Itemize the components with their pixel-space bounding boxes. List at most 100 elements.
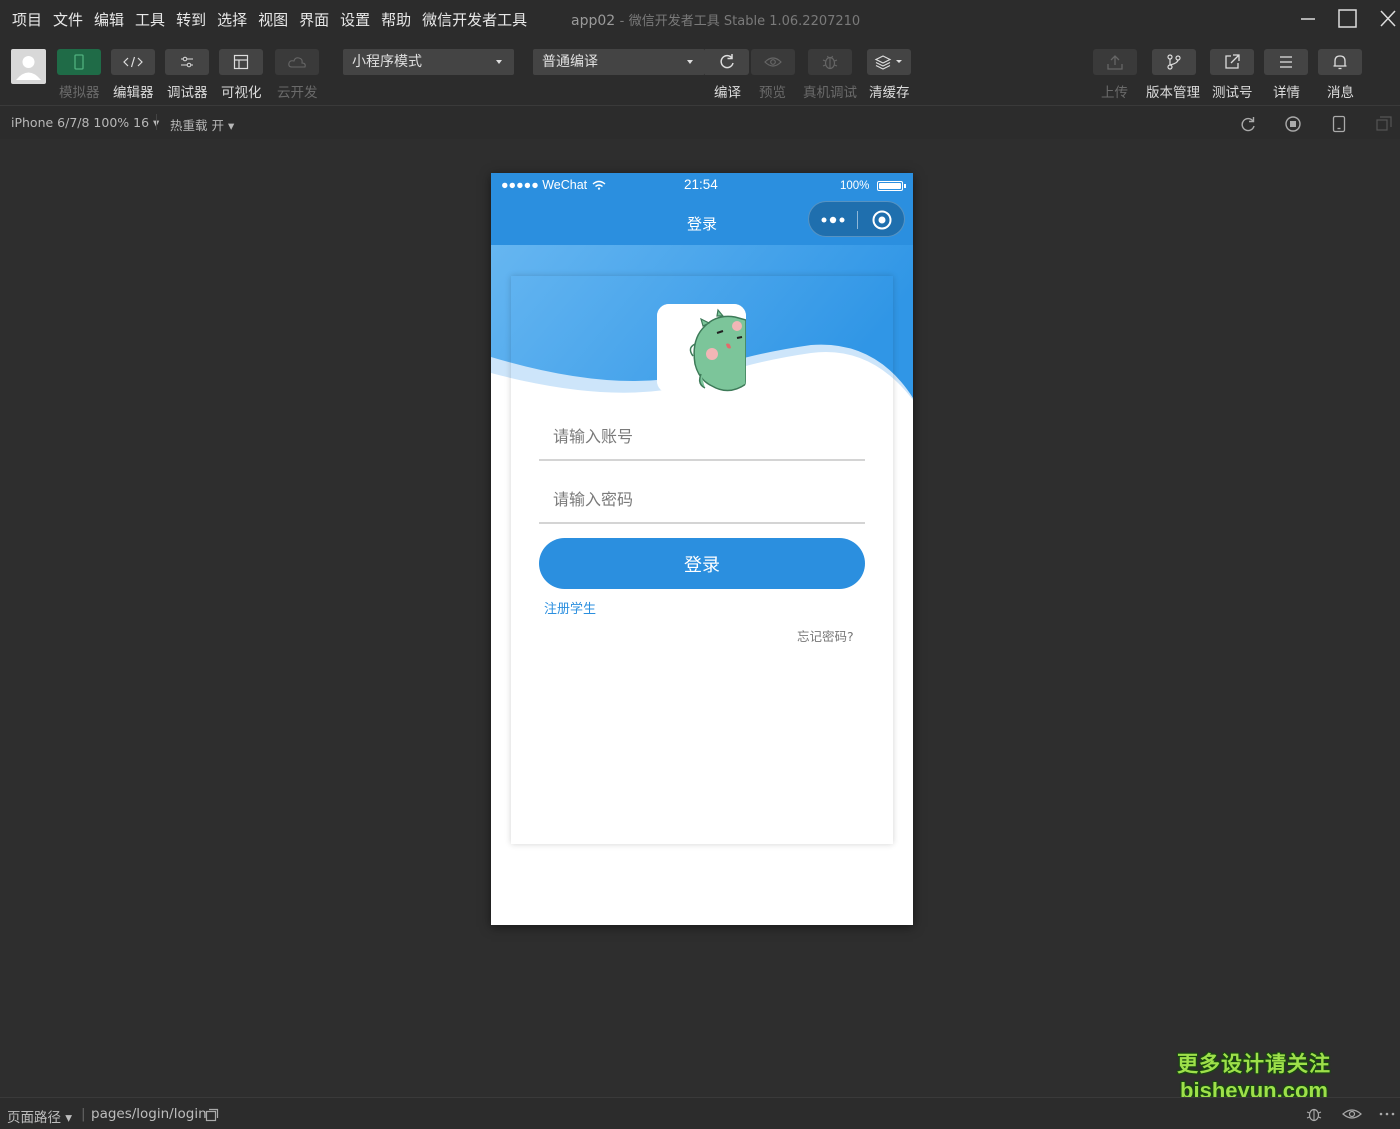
- details-button[interactable]: [1264, 49, 1308, 75]
- mode-select-value: 小程序模式: [352, 54, 422, 70]
- account-input[interactable]: [553, 421, 853, 451]
- upload-button[interactable]: [1093, 49, 1137, 75]
- phone-icon: [74, 54, 84, 70]
- cloud-label: 云开发: [277, 85, 318, 101]
- layers-icon: [874, 55, 902, 70]
- window-title-subtitle: 微信开发者工具 Stable 1.06.2207210: [628, 14, 861, 29]
- upload-icon: [1107, 55, 1123, 70]
- mode-select[interactable]: 小程序模式: [343, 49, 514, 75]
- preview-label: 预览: [759, 85, 786, 101]
- simulator-label: 模拟器: [59, 85, 100, 101]
- simulator-button[interactable]: [57, 49, 101, 75]
- hot-reload-select[interactable]: 热重载 开 ▾: [170, 115, 234, 134]
- preview-button[interactable]: [751, 49, 795, 75]
- minimize-button[interactable]: [1294, 6, 1322, 32]
- remote-debug-button[interactable]: [808, 49, 852, 75]
- status-time: 21:54: [684, 177, 718, 192]
- eye-icon[interactable]: [1341, 1106, 1363, 1122]
- refresh-icon: [720, 54, 734, 69]
- password-field[interactable]: [539, 474, 865, 524]
- subbar-divider: [156, 114, 157, 130]
- login-button[interactable]: 登录: [539, 538, 865, 589]
- cloud-icon: [288, 57, 306, 68]
- menu-view[interactable]: 视图: [258, 9, 288, 30]
- window-title-separator: -: [619, 14, 625, 29]
- close-miniprogram-icon[interactable]: [871, 209, 893, 231]
- watermark-line1: 更多设计请关注: [1177, 1053, 1331, 1076]
- test-id-label: 测试号: [1212, 85, 1253, 101]
- maximize-button[interactable]: [1334, 6, 1362, 32]
- window-title-app: app02: [571, 13, 616, 29]
- menu-edit[interactable]: 编辑: [94, 9, 124, 30]
- remote-debug-label: 真机调试: [803, 85, 857, 101]
- more-dots-icon[interactable]: [819, 211, 849, 229]
- device-icon[interactable]: [1331, 115, 1347, 133]
- editor-label: 编辑器: [113, 85, 154, 101]
- menu-file[interactable]: 文件: [53, 9, 83, 30]
- editor-button[interactable]: [111, 49, 155, 75]
- menu-select[interactable]: 选择: [217, 9, 247, 30]
- upload-label: 上传: [1101, 85, 1128, 101]
- bug-icon: [822, 55, 838, 70]
- layout-icon: [233, 54, 249, 70]
- debugger-button[interactable]: [165, 49, 209, 75]
- carrier-label: ●●●●● WeChat: [501, 178, 588, 192]
- compile-select[interactable]: 普通编译: [533, 49, 705, 75]
- account-field[interactable]: [539, 411, 865, 461]
- copy-icon[interactable]: [205, 1108, 219, 1122]
- menu-project[interactable]: 项目: [12, 9, 42, 30]
- menu-settings[interactable]: 设置: [340, 9, 370, 30]
- menu-lines-icon: [1280, 56, 1292, 68]
- simulator-subbar: iPhone 6/7/8 100% 16 ▾ 热重载 开 ▾: [0, 105, 1400, 139]
- battery-percent: 100%: [840, 180, 870, 192]
- visual-button[interactable]: [219, 49, 263, 75]
- clear-cache-label: 清缓存: [869, 85, 910, 101]
- forgot-password-link[interactable]: 忘记密码?: [797, 626, 854, 645]
- battery-fill: [879, 183, 901, 189]
- navigation-bar: ●●●●● WeChat 21:54 100% 登录: [491, 173, 913, 245]
- test-id-button[interactable]: [1210, 49, 1254, 75]
- branch-icon: [1167, 54, 1181, 70]
- capsule-divider: [857, 211, 858, 229]
- user-icon: [16, 56, 41, 80]
- eye-icon: [764, 57, 782, 67]
- detach-window-icon[interactable]: [1375, 115, 1393, 133]
- debugger-label: 调试器: [167, 85, 208, 101]
- rotate-icon[interactable]: [1239, 115, 1257, 133]
- record-icon[interactable]: [1284, 115, 1302, 133]
- bell-icon: [1333, 55, 1347, 70]
- battery-icon: [877, 181, 906, 191]
- caret-down-icon: [496, 60, 502, 64]
- menu-interface[interactable]: 界面: [299, 9, 329, 30]
- menu-help[interactable]: 帮助: [381, 9, 411, 30]
- external-link-icon: [1225, 54, 1240, 69]
- menu-items: 项目 文件 编辑 工具 转到 选择 视图 界面 设置 帮助 微信开发者工具: [0, 9, 538, 30]
- sliders-icon: [181, 56, 193, 68]
- compile-button[interactable]: [705, 49, 749, 75]
- register-student-link[interactable]: 注册学生: [544, 598, 596, 617]
- menu-goto[interactable]: 转到: [176, 9, 206, 30]
- menu-devtools[interactable]: 微信开发者工具: [422, 9, 527, 30]
- messages-label: 消息: [1327, 85, 1354, 101]
- page-path-label[interactable]: 页面路径 ▾: [7, 1106, 72, 1126]
- messages-button[interactable]: [1318, 49, 1362, 75]
- close-icon: [1380, 10, 1396, 27]
- password-input[interactable]: [553, 484, 853, 514]
- dinosaur-mascot-icon: [657, 304, 746, 393]
- cloud-button[interactable]: [275, 49, 319, 75]
- wifi-icon: [592, 180, 606, 190]
- battery-nub: [904, 184, 906, 188]
- more-icon[interactable]: [1378, 1106, 1396, 1122]
- avatar[interactable]: [11, 49, 46, 84]
- maximize-icon: [1338, 9, 1357, 28]
- close-button[interactable]: [1374, 6, 1400, 32]
- device-select[interactable]: iPhone 6/7/8 100% 16 ▾: [11, 115, 159, 130]
- version-button[interactable]: [1152, 49, 1196, 75]
- menu-tools[interactable]: 工具: [135, 9, 165, 30]
- version-label: 版本管理: [1146, 85, 1200, 101]
- toolbar: 模拟器 编辑器 调试器 可视化 云开发 小程序模式 普通编译 编译 预览 真机调…: [0, 38, 1400, 105]
- menu-bar: 项目 文件 编辑 工具 转到 选择 视图 界面 设置 帮助 微信开发者工具 ap…: [0, 0, 1400, 38]
- bug-icon[interactable]: [1304, 1105, 1324, 1123]
- clear-cache-button[interactable]: [867, 49, 911, 75]
- visual-label: 可视化: [221, 85, 262, 101]
